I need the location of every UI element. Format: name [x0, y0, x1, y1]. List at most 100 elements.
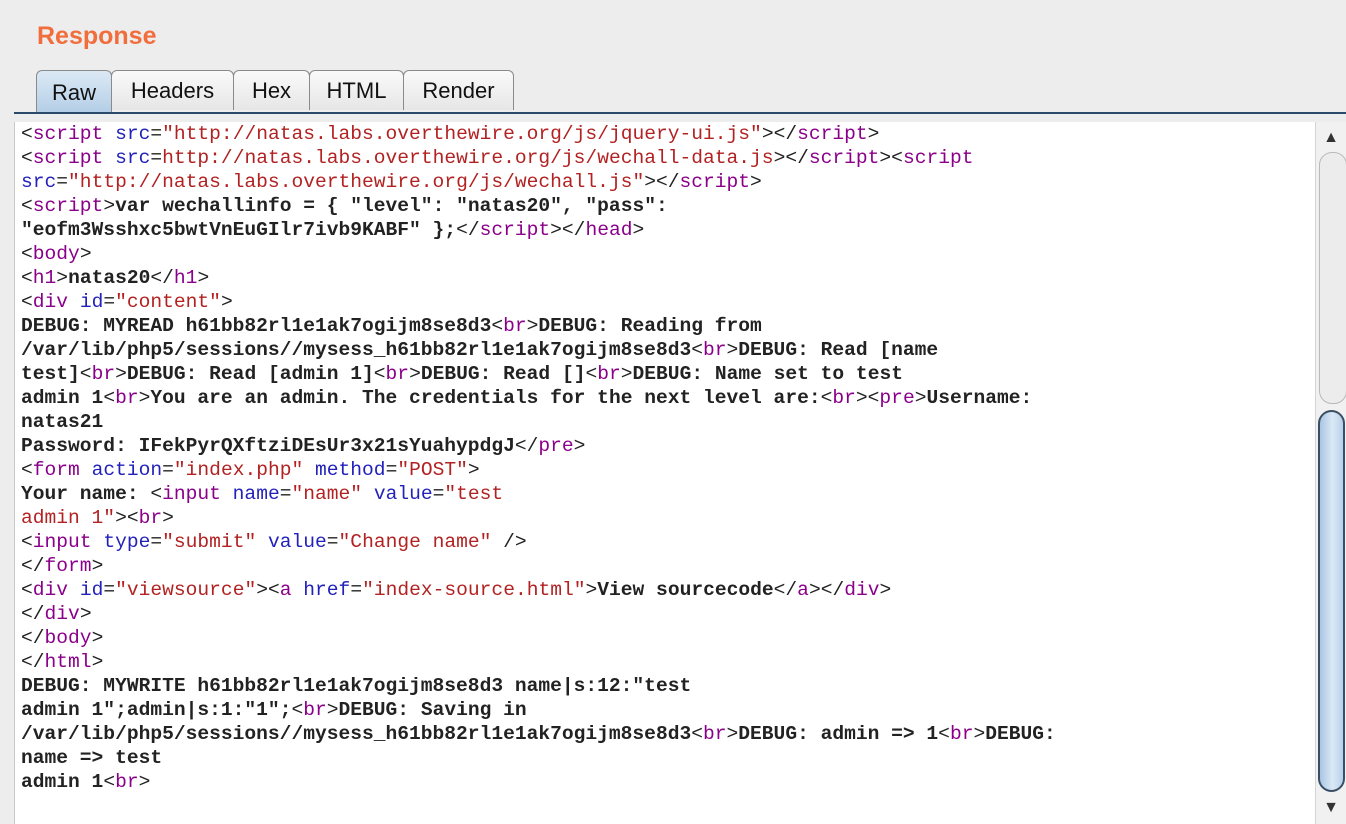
code-token: script [902, 147, 974, 169]
code-token: > [526, 315, 539, 337]
code-token: > [115, 363, 127, 385]
code-token: < [21, 243, 33, 265]
code-token: br [385, 363, 410, 385]
code-token: > [197, 267, 210, 289]
code-line: Password: IFekPyrQXftziDEsUr3x21sYuahypd… [21, 435, 585, 457]
code-token: < [21, 147, 33, 169]
code-token: > [326, 699, 339, 721]
code-token: </ [21, 555, 45, 577]
code-token: = [385, 459, 398, 481]
code-token: < [103, 387, 116, 409]
code-token: ></ [550, 219, 586, 241]
code-token: action [91, 459, 163, 481]
code-token: > [914, 387, 927, 409]
code-token: script [808, 147, 880, 169]
raw-response-editor[interactable]: <script src="http://natas.labs.overthewi… [14, 122, 1315, 824]
code-token: = [150, 147, 163, 169]
code-token: natas20 [68, 267, 151, 289]
code-token: http://natas.labs.overthewire.org/js/wec… [162, 147, 774, 169]
code-line: admin 1"><br> [21, 507, 174, 529]
code-token: div [32, 291, 69, 313]
tab-headers[interactable]: Headers [111, 70, 234, 110]
code-token: = [326, 531, 339, 553]
code-token: admin 1" [21, 507, 116, 529]
code-token: "viewsource" [115, 579, 257, 601]
tab-hex[interactable]: Hex [233, 70, 310, 110]
code-token: > [138, 387, 151, 409]
code-line: <form action="index.php" method="POST"> [21, 459, 480, 481]
tab-render[interactable]: Render [403, 70, 514, 110]
tab-raw[interactable]: Raw [36, 70, 112, 114]
code-token: input [162, 483, 221, 505]
code-token: id [79, 291, 104, 313]
response-source-code[interactable]: <script src="http://natas.labs.overthewi… [15, 122, 1315, 794]
code-line: /var/lib/php5/sessions//mysess_h61bb82rl… [21, 723, 1056, 745]
code-token: a [279, 579, 292, 601]
code-token: DEBUG: Name set to test [632, 363, 903, 385]
code-token: > [620, 363, 633, 385]
code-token: script [679, 171, 751, 193]
code-token: body [32, 243, 80, 265]
code-token: br [115, 771, 139, 793]
code-line: name => test [21, 747, 162, 769]
scroll-up-arrow-icon[interactable]: ▲ [1316, 128, 1346, 148]
code-token: < [21, 531, 33, 553]
code-line: DEBUG: MYREAD h61bb82rl1e1ak7ogijm8se8d3… [21, 315, 762, 337]
code-token: > [585, 579, 598, 601]
scrollbar-track[interactable] [1319, 152, 1346, 404]
code-token: test] [21, 363, 80, 385]
code-token: < [21, 267, 33, 289]
code-token: href [303, 579, 351, 601]
code-token: src [115, 147, 151, 169]
code-token: > [91, 651, 104, 673]
code-line: /var/lib/php5/sessions//mysess_h61bb82rl… [21, 339, 938, 361]
code-token: br [702, 723, 727, 745]
code-token: < [21, 579, 33, 601]
code-token: br [91, 363, 116, 385]
code-token: >< [256, 579, 280, 601]
code-token: = [162, 459, 174, 481]
code-token: DEBUG: admin => 1 [738, 723, 939, 745]
scroll-down-arrow-icon[interactable]: ▼ [1316, 798, 1346, 818]
code-token: > [162, 507, 174, 529]
code-token: > [467, 459, 480, 481]
code-token: br [138, 507, 163, 529]
code-token: h1 [173, 267, 198, 289]
code-token: < [820, 387, 833, 409]
code-token: < [491, 315, 504, 337]
code-token: form [32, 459, 80, 481]
code-token: < [373, 363, 386, 385]
response-title: Response [37, 22, 157, 50]
code-line: <h1>natas20</h1> [21, 267, 209, 289]
code-token: > [750, 171, 762, 193]
scrollbar-thumb[interactable] [1318, 410, 1345, 792]
code-token: method [315, 459, 386, 481]
code-line: </div> [21, 603, 92, 625]
code-token: "http://natas.labs.overthewire.org/js/we… [68, 171, 645, 193]
code-token: > [867, 123, 880, 145]
code-token: > [79, 243, 92, 265]
code-line: admin 1";admin|s:1:"1";<br>DEBUG: Saving… [21, 699, 527, 721]
code-token: id [79, 579, 104, 601]
code-token: > [56, 267, 69, 289]
code-token: < [585, 363, 598, 385]
code-token: DEBUG: Read [] [420, 363, 586, 385]
code-token: DEBUG: [985, 723, 1056, 745]
code-token: br [597, 363, 621, 385]
code-token: < [21, 291, 33, 313]
vertical-scrollbar[interactable]: ▲ ▼ [1315, 122, 1346, 824]
code-token: br [702, 339, 727, 361]
code-token: script [479, 219, 551, 241]
code-token: < [103, 771, 116, 793]
code-line: </html> [21, 651, 103, 673]
code-token: >< [855, 387, 880, 409]
code-token: < [21, 459, 33, 481]
code-token: /var/lib/php5/sessions//mysess_h61bb82rl… [21, 723, 692, 745]
code-token: src [115, 123, 151, 145]
tab-html[interactable]: HTML [309, 70, 404, 110]
